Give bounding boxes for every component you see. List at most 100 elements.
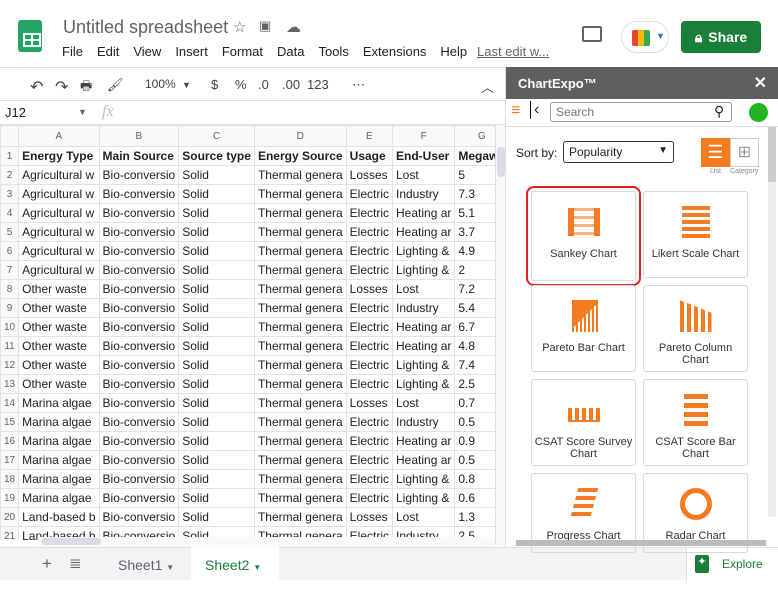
cell[interactable]: Lighting & — [391, 469, 456, 489]
cell[interactable]: Thermal genera — [253, 184, 347, 204]
cell[interactable]: Solid — [178, 203, 255, 223]
cell[interactable]: Agricultural w — [18, 165, 100, 185]
cell[interactable]: 0.5 — [454, 412, 495, 432]
cell[interactable]: Marina algae — [18, 412, 100, 432]
row-number[interactable]: 21 — [0, 526, 20, 540]
row-number[interactable]: 5 — [0, 222, 20, 242]
cell[interactable]: 4.9 — [454, 241, 495, 261]
chart-card-csat-score-bar-chart[interactable]: CSAT Score Bar Chart — [643, 379, 748, 466]
cell[interactable]: Electric — [345, 184, 394, 204]
cell[interactable]: 3.7 — [454, 222, 495, 242]
cell[interactable]: Thermal genera — [253, 412, 347, 432]
cell[interactable]: Solid — [178, 355, 255, 375]
name-box[interactable]: J12 — [5, 105, 26, 120]
cell[interactable]: Other waste — [18, 355, 100, 375]
row-number[interactable]: 3 — [0, 184, 20, 204]
cell[interactable]: Thermal genera — [253, 317, 347, 337]
format-button[interactable]: 123 — [307, 77, 329, 92]
cell[interactable]: Losses — [345, 393, 394, 413]
row-number[interactable]: 16 — [0, 431, 20, 451]
cell[interactable]: Other waste — [18, 317, 100, 337]
chart-card-likert-scale-chart[interactable]: Likert Scale Chart — [643, 191, 748, 278]
cell[interactable]: Bio-conversio — [98, 317, 180, 337]
cell[interactable]: Lost — [391, 165, 456, 185]
row-number[interactable]: 19 — [0, 488, 20, 508]
column-header[interactable]: G — [454, 125, 495, 147]
back-icon[interactable]: ‹ — [530, 101, 539, 119]
cell[interactable]: Agricultural w — [18, 222, 100, 242]
chart-card-csat-score-survey-chart[interactable]: CSAT Score Survey Chart — [531, 379, 636, 466]
cell[interactable]: Bio-conversio — [98, 374, 180, 394]
menu-data[interactable]: Data — [277, 44, 304, 59]
column-header[interactable]: A — [18, 125, 100, 147]
share-button[interactable]: 🔒︎ Share — [681, 21, 761, 53]
cell[interactable]: Heating ar — [391, 336, 456, 356]
cell[interactable]: Bio-conversio — [98, 355, 180, 375]
cell[interactable]: Marina algae — [18, 469, 100, 489]
cell[interactable]: Thermal genera — [253, 393, 347, 413]
cell[interactable]: Agricultural w — [18, 241, 100, 261]
row-number[interactable]: 17 — [0, 450, 20, 470]
cell[interactable]: 7.2 — [454, 279, 495, 299]
paint-format-icon[interactable]: 🖌 — [107, 77, 124, 93]
meet-button[interactable]: ▼ — [621, 21, 669, 53]
cell[interactable]: Losses — [345, 507, 394, 527]
print-icon[interactable]: 🖶 — [80, 77, 92, 99]
cell[interactable]: Thermal genera — [253, 469, 347, 489]
cell[interactable]: Solid — [178, 184, 255, 204]
row-number[interactable]: 12 — [0, 355, 20, 375]
sort-select[interactable]: Popularity ▼ — [563, 141, 674, 163]
cell[interactable]: Solid — [178, 469, 255, 489]
cell[interactable]: Main Source — [98, 146, 180, 166]
cell[interactable]: Electric — [345, 317, 394, 337]
move-folder-icon[interactable]: ▣ — [259, 18, 271, 34]
cell[interactable]: Lost — [391, 279, 456, 299]
row-number[interactable]: 18 — [0, 469, 20, 489]
cell[interactable]: Heating ar — [391, 222, 456, 242]
cell[interactable]: Thermal genera — [253, 355, 347, 375]
cell[interactable]: Bio-conversio — [98, 488, 180, 508]
zoom-caret-icon[interactable]: ▼ — [182, 80, 191, 90]
row-number[interactable]: 10 — [0, 317, 20, 337]
cell[interactable]: Solid — [178, 336, 255, 356]
column-header[interactable]: C — [178, 125, 255, 147]
cell[interactable]: 0.5 — [454, 450, 495, 470]
sheets-logo[interactable] — [18, 20, 42, 52]
cell[interactable]: Thermal genera — [253, 488, 347, 508]
column-header[interactable]: E — [345, 125, 394, 147]
cell[interactable]: Bio-conversio — [98, 222, 180, 242]
cell[interactable]: Thermal genera — [253, 450, 347, 470]
cell[interactable]: Lighting & — [391, 488, 456, 508]
cell[interactable]: Electric — [345, 469, 394, 489]
cell[interactable]: Other waste — [18, 298, 100, 318]
cell[interactable]: Electric — [345, 374, 394, 394]
column-header[interactable]: F — [391, 125, 456, 147]
cell[interactable]: Agricultural w — [18, 203, 100, 223]
cell[interactable]: Heating ar — [391, 431, 456, 451]
cell[interactable]: 7.4 — [454, 355, 495, 375]
cell[interactable]: Other waste — [18, 374, 100, 394]
cell[interactable]: Solid — [178, 431, 255, 451]
menu-tools[interactable]: Tools — [318, 44, 348, 59]
spreadsheet-grid[interactable]: A B C D E F G 1 Energy Type Main Source Source typ… — [0, 125, 495, 540]
cell[interactable]: Lost — [391, 393, 456, 413]
cell[interactable]: Bio-conversio — [98, 184, 180, 204]
cell[interactable]: 5.1 — [454, 203, 495, 223]
cell[interactable]: Agricultural w — [18, 184, 100, 204]
cell[interactable]: Thermal genera — [253, 336, 347, 356]
search-icon[interactable]: ⚲ — [714, 103, 724, 120]
cell[interactable]: 2 — [454, 260, 495, 280]
cell[interactable]: Thermal genera — [253, 507, 347, 527]
cell[interactable]: Bio-conversio — [98, 393, 180, 413]
cell[interactable]: Losses — [345, 165, 394, 185]
cell[interactable]: Industry — [391, 298, 456, 318]
menu-extensions[interactable]: Extensions — [363, 44, 427, 59]
collapse-icon[interactable]: ︿ — [481, 77, 494, 96]
column-header[interactable]: B — [98, 125, 180, 147]
cell[interactable]: Energy Type — [18, 146, 100, 166]
cell[interactable]: 2.5 — [454, 374, 495, 394]
close-icon[interactable]: ✕ — [754, 73, 767, 93]
cell[interactable]: Land-based b — [18, 507, 100, 527]
row-number[interactable]: 7 — [0, 260, 20, 280]
cell[interactable]: 0.6 — [454, 488, 495, 508]
